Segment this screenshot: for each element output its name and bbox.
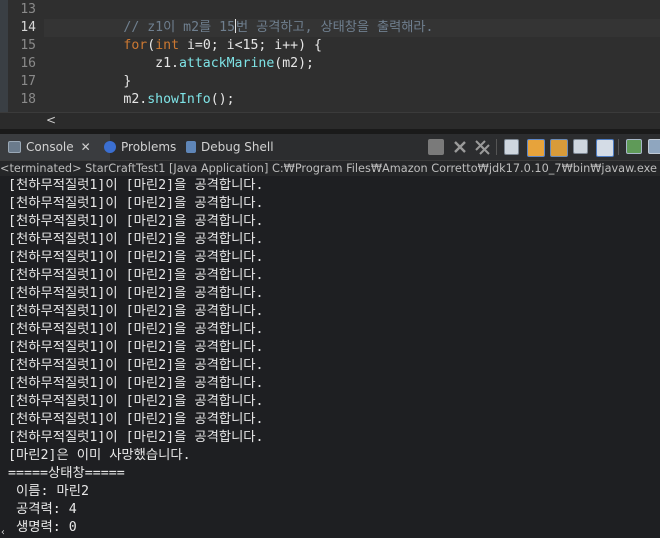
code-line[interactable]: // z1이 m2를 15번 공격하고, 상태창을 출력해라. — [44, 19, 660, 37]
tab-problems-label: Problems — [121, 140, 177, 154]
console-line: [천하무적질럿1]이 [마린2]을 공격합니다. — [8, 304, 264, 319]
console-output[interactable]: [천하무적질럿1]이 [마린2]을 공격합니다. [천하무적질럿1]이 [마린2]… — [0, 176, 660, 536]
console-line: [천하무적질럿1]이 [마린2]을 공격합니다. — [8, 430, 264, 445]
word-wrap-icon[interactable] — [527, 139, 545, 157]
show-console-on-error-icon[interactable] — [573, 139, 588, 154]
console-line: [천하무적질럿1]이 [마린2]을 공격합니다. — [8, 376, 264, 391]
console-status-line: <terminated> StarCraftTest1 [Java Applic… — [0, 161, 660, 176]
scroll-lock-icon[interactable] — [504, 139, 519, 155]
console-line: [천하무적질럿1]이 [마린2]을 공격합니다. — [8, 268, 264, 283]
console-line: =====상태창===== — [8, 466, 125, 481]
code-token: i=0; i<15; i++) { — [179, 38, 322, 53]
code-token: z1. — [155, 56, 179, 71]
console-line: [천하무적질럿1]이 [마린2]을 공격합니다. — [8, 286, 264, 301]
console-line: [천하무적질럿1]이 [마린2]을 공격합니다. — [8, 250, 264, 265]
line-number: 17 — [20, 74, 36, 89]
pin-console-icon[interactable] — [596, 139, 614, 157]
tab-console[interactable]: Console ✕ — [0, 134, 110, 160]
view-tab-bar: Console ✕ Problems Debug Shell — [0, 134, 660, 161]
code-token: (m2); — [274, 56, 314, 71]
code-token: (); — [210, 92, 235, 107]
code-line[interactable]: m2.showInfo(); — [44, 91, 660, 109]
code-line[interactable] — [44, 1, 660, 19]
line-number: 15 — [20, 38, 36, 53]
console-line: [천하무적질럿1]이 [마린2]을 공격합니다. — [8, 196, 264, 211]
console-line: [천하무적질럿1]이 [마린2]을 공격합니다. — [8, 214, 264, 229]
console-line: 이름: 마린2 — [8, 484, 89, 499]
problems-icon — [104, 141, 116, 153]
code-token: } — [123, 74, 132, 89]
line-number: 18 — [20, 92, 36, 107]
console-line: [천하무적질럿1]이 [마린2]을 공격합니다. — [8, 358, 264, 373]
console-line: [천하무적질럿1]이 [마린2]을 공격합니다. — [8, 178, 264, 193]
code-token: 번 공격하고, 상태창을 출력해라. — [236, 20, 434, 35]
editor-horizontal-scrollbar[interactable]: < — [0, 112, 660, 129]
console-line: [천하무적질럿1]이 [마린2]을 공격합니다. — [8, 412, 264, 427]
tab-debug-shell[interactable]: Debug Shell — [186, 134, 276, 160]
show-console-on-output-icon[interactable] — [550, 139, 568, 157]
close-icon[interactable]: ✕ — [81, 140, 91, 154]
code-token: for — [123, 38, 148, 53]
code-token: showInfo — [147, 92, 211, 107]
tab-console-label: Console — [26, 140, 74, 154]
scroll-left-arrow-icon[interactable]: ‹ — [0, 528, 20, 538]
code-token: // z1이 m2를 15 — [123, 20, 236, 35]
code-token: attackMarine — [178, 56, 275, 71]
line-number: 14 — [20, 20, 36, 35]
new-console-icon[interactable] — [648, 139, 660, 154]
code-line[interactable]: z1.attackMarine(m2); — [44, 55, 660, 73]
console-line: 공격력: 4 — [8, 502, 77, 517]
code-token: int — [155, 38, 180, 53]
console-line: [마린2]은 이미 사망했습니다. — [8, 448, 191, 463]
display-selected-console-icon[interactable] — [626, 139, 642, 154]
gutter-marker-bar — [0, 0, 8, 112]
console-line: [천하무적질럿1]이 [마린2]을 공격합니다. — [8, 232, 264, 247]
line-number: 16 — [20, 56, 36, 71]
remove-launch-icon[interactable] — [452, 139, 468, 155]
debug-shell-icon — [186, 141, 196, 153]
toolbar-separator — [496, 139, 497, 155]
code-token: ( — [147, 38, 156, 53]
tab-problems[interactable]: Problems — [104, 134, 184, 160]
code-editor[interactable]: 13 14 15 16 17 18 // z1이 m2를 15번 공격하고, 상태창을 출… — [0, 0, 660, 112]
toolbar-separator — [618, 139, 619, 155]
code-line[interactable]: for(int i=0; i<15; i++) { — [44, 37, 660, 55]
console-line: [천하무적질럿1]이 [마린2]을 공격합니다. — [8, 322, 264, 337]
tab-debug-shell-label: Debug Shell — [201, 140, 274, 154]
code-line[interactable]: } — [44, 73, 660, 91]
terminate-icon[interactable] — [428, 139, 444, 155]
console-line: [천하무적질럿1]이 [마린2]을 공격합니다. — [8, 340, 264, 355]
console-icon — [8, 141, 21, 153]
remove-all-terminated-icon[interactable] — [474, 139, 490, 155]
scroll-left-arrow-icon[interactable]: < — [46, 113, 56, 129]
code-token: m2. — [123, 92, 148, 107]
console-line: [천하무적질럿1]이 [마린2]을 공격합니다. — [8, 394, 264, 409]
line-number: 13 — [20, 2, 36, 17]
